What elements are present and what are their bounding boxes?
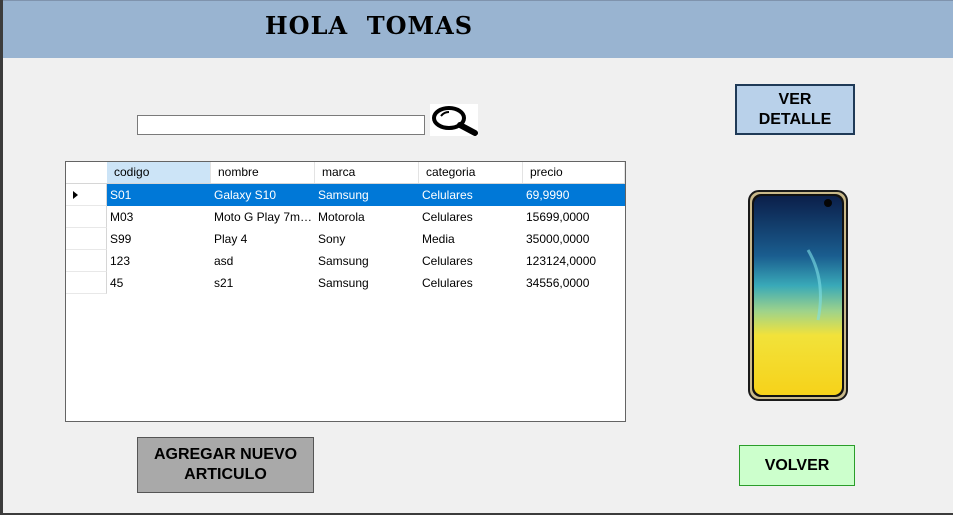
cell-marca[interactable]: Sony <box>315 228 419 250</box>
cell-marca[interactable]: Samsung <box>315 184 419 206</box>
add-article-label: AGREGAR NUEVO ARTICULO <box>153 446 298 483</box>
column-header-codigo[interactable]: codigo <box>107 162 211 183</box>
cell-precio[interactable]: 15699,0000 <box>523 206 625 228</box>
cell-nombre[interactable]: Galaxy S10 <box>211 184 315 206</box>
column-header-nombre[interactable]: nombre <box>211 162 315 183</box>
column-header-marca[interactable]: marca <box>315 162 419 183</box>
row-header[interactable] <box>66 184 107 206</box>
cell-precio[interactable]: 69,9990 <box>523 184 625 206</box>
table-row[interactable]: 123 asd Samsung Celulares 123124,0000 <box>66 250 625 272</box>
cell-nombre[interactable]: asd <box>211 250 315 272</box>
column-header-precio[interactable]: precio <box>523 162 625 183</box>
row-header[interactable] <box>66 206 107 228</box>
cell-categoria[interactable]: Celulares <box>419 272 523 294</box>
table-row[interactable]: S99 Play 4 Sony Media 35000,0000 <box>66 228 625 250</box>
cell-nombre[interactable]: Play 4 <box>211 228 315 250</box>
row-header[interactable] <box>66 250 107 272</box>
add-article-button[interactable]: AGREGAR NUEVO ARTICULO <box>137 437 314 493</box>
grid-header: codigo nombre marca categoria precio <box>66 162 625 184</box>
cell-codigo[interactable]: 123 <box>107 250 211 272</box>
magnifier-icon <box>430 104 478 136</box>
row-header[interactable] <box>66 228 107 250</box>
current-row-arrow-icon <box>73 191 78 199</box>
cell-nombre[interactable]: Moto G Play 7ma ... <box>211 206 315 228</box>
articles-grid[interactable]: codigo nombre marca categoria precio S01… <box>65 161 626 422</box>
window-frame-left <box>0 0 3 515</box>
cell-nombre[interactable]: s21 <box>211 272 315 294</box>
view-detail-label: VER DETALLE <box>758 90 832 128</box>
cell-marca[interactable]: Samsung <box>315 250 419 272</box>
greeting-title: HOLA TOMAS <box>265 11 474 40</box>
table-row[interactable]: S01 Galaxy S10 Samsung Celulares 69,9990 <box>66 184 625 206</box>
cell-precio[interactable]: 35000,0000 <box>523 228 625 250</box>
product-image <box>748 190 848 401</box>
table-row[interactable]: M03 Moto G Play 7ma ... Motorola Celular… <box>66 206 625 228</box>
cell-precio[interactable]: 34556,0000 <box>523 272 625 294</box>
grid-corner-cell <box>66 162 108 183</box>
header-banner: HOLA TOMAS <box>3 0 953 58</box>
search-button[interactable] <box>430 104 478 136</box>
smartphone-picture <box>748 190 848 401</box>
cell-codigo[interactable]: S01 <box>107 184 211 206</box>
column-header-categoria[interactable]: categoria <box>419 162 523 183</box>
cell-precio[interactable]: 123124,0000 <box>523 250 625 272</box>
search-input[interactable] <box>137 115 425 135</box>
cell-codigo[interactable]: S99 <box>107 228 211 250</box>
table-row[interactable]: 45 s21 Samsung Celulares 34556,0000 <box>66 272 625 294</box>
back-button[interactable]: VOLVER <box>739 445 855 486</box>
row-header[interactable] <box>66 272 107 294</box>
cell-codigo[interactable]: M03 <box>107 206 211 228</box>
cell-categoria[interactable]: Media <box>419 228 523 250</box>
cell-marca[interactable]: Motorola <box>315 206 419 228</box>
cell-categoria[interactable]: Celulares <box>419 250 523 272</box>
view-detail-button[interactable]: VER DETALLE <box>735 84 855 135</box>
cell-marca[interactable]: Samsung <box>315 272 419 294</box>
cell-categoria[interactable]: Celulares <box>419 184 523 206</box>
cell-codigo[interactable]: 45 <box>107 272 211 294</box>
cell-categoria[interactable]: Celulares <box>419 206 523 228</box>
